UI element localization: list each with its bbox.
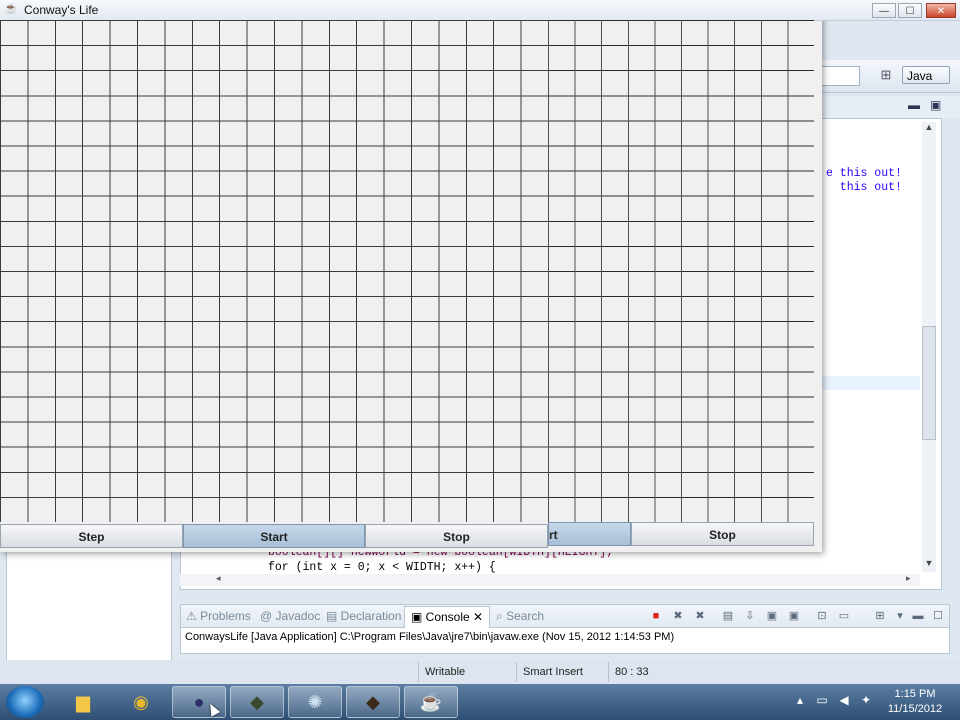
tray-arrow-icon[interactable]: ▴ — [792, 693, 808, 707]
java-icon: ☕ — [4, 3, 18, 15]
scroll-right-icon[interactable]: ▸ — [906, 573, 911, 584]
cursor-position-status: 80 : 33 — [608, 662, 675, 682]
tool-icon: ◆ — [366, 692, 380, 712]
close-button[interactable]: ✕ — [926, 3, 956, 18]
terminal-icon: ◆ — [250, 692, 264, 712]
stop-button[interactable]: Stop — [365, 524, 548, 548]
start-button-orb[interactable] — [6, 686, 44, 718]
minimize-editor-icon[interactable]: ▬ — [908, 98, 920, 112]
tab-problems[interactable]: ⚠ Problems — [186, 609, 251, 623]
step-button[interactable]: Step — [0, 524, 183, 548]
maximize-button[interactable]: ☐ — [898, 3, 922, 18]
scroll-up-icon[interactable]: ▲ — [922, 122, 936, 136]
word-wrap-icon[interactable]: ▣ — [788, 610, 800, 622]
life-titlebar[interactable] — [0, 0, 960, 21]
view-menu-icon[interactable]: ▾ — [894, 610, 906, 622]
start-button[interactable]: Start — [183, 524, 365, 548]
window-title: Conway's Life — [24, 3, 99, 17]
scroll-down-icon[interactable]: ▼ — [922, 558, 936, 572]
new-console-icon[interactable]: ⊞ — [874, 610, 886, 622]
editor-horizontal-scrollbar[interactable] — [180, 574, 920, 586]
current-line-highlight — [820, 376, 920, 390]
clear-console-icon[interactable]: ▤ — [722, 610, 734, 622]
tab-declaration[interactable]: ▤ Declaration — [326, 609, 401, 623]
maximize-view-icon[interactable]: ☐ — [932, 610, 944, 622]
clock-date[interactable]: 11/15/2012 — [880, 703, 950, 715]
minimize-view-icon[interactable]: ▬ — [912, 610, 924, 622]
chrome-icon: ◉ — [133, 692, 149, 712]
editor-scroll-thumb[interactable] — [922, 326, 936, 440]
tab-search[interactable]: ⌕ Search — [496, 609, 544, 624]
scroll-lock-icon[interactable]: ⇩ — [744, 610, 756, 622]
writable-status: Writable — [418, 662, 509, 682]
pin-console-icon[interactable]: ▣ — [766, 610, 778, 622]
java-perspective-button[interactable]: Java — [902, 66, 950, 84]
open-perspective-icon[interactable]: ⊞ — [876, 67, 896, 85]
code-line: for (int x = 0; x < WIDTH; x++) { — [268, 561, 496, 574]
code-line: e this out! — [826, 167, 902, 180]
remove-all-icon[interactable]: ✖ — [694, 610, 706, 622]
network-icon[interactable]: ▭ — [814, 693, 830, 707]
clock-time[interactable]: 1:15 PM — [880, 688, 950, 700]
folder-icon: ▆ — [76, 692, 90, 712]
tab-console[interactable]: ▣ Console ✕ — [404, 606, 490, 628]
start-button-ghost: rt — [548, 522, 631, 546]
volume-icon[interactable]: ◀ — [836, 693, 852, 707]
tab-javadoc[interactable]: @ Javadoc — [260, 609, 320, 623]
code-line: this out! — [826, 181, 902, 194]
loading-icon: ✺ — [307, 692, 323, 712]
life-grid-ghost — [548, 20, 814, 522]
scroll-left-icon[interactable]: ◂ — [216, 573, 221, 584]
java-cup-icon: ☕ — [419, 692, 443, 712]
terminate-icon[interactable]: ■ — [650, 610, 662, 622]
power-icon[interactable]: ✦ — [858, 693, 874, 707]
insert-mode-status: Smart Insert — [516, 662, 613, 682]
quick-access-input[interactable] — [820, 66, 860, 86]
console-launch-line: ConwaysLife [Java Application] C:\Progra… — [185, 631, 675, 643]
maximize-editor-icon[interactable]: ▣ — [930, 98, 941, 112]
display-console-icon[interactable]: ⊡ — [816, 610, 828, 622]
open-console-icon[interactable]: ▭ — [838, 610, 850, 622]
remove-launch-icon[interactable]: ✖ — [672, 610, 684, 622]
stop-button-ghost: Stop — [631, 522, 814, 546]
life-grid[interactable] — [0, 20, 548, 522]
minimize-button[interactable]: — — [872, 3, 896, 18]
